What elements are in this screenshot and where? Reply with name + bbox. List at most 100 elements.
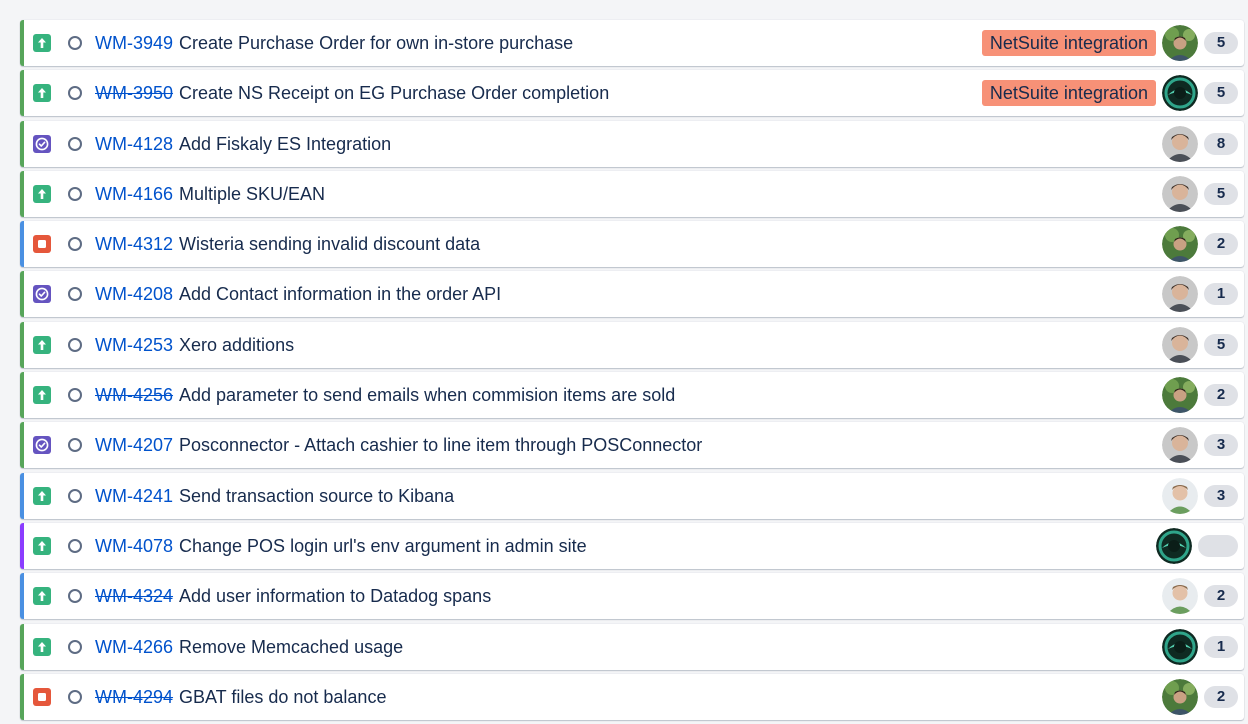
assignee-avatar[interactable]: [1162, 75, 1198, 112]
check-circle-icon: [33, 134, 51, 153]
issue-meta: 5: [1162, 171, 1238, 217]
issue-row[interactable]: WM-4266 Remove Memcached usage 1: [20, 623, 1244, 670]
status-circle-icon: [68, 337, 82, 352]
issue-summary: Wisteria sending invalid discount data: [179, 234, 481, 255]
issue-key-link[interactable]: WM-4324: [95, 586, 173, 606]
arrow-up-icon: [33, 335, 51, 354]
issue-summary: Add Contact information in the order API: [179, 284, 502, 305]
issue-row[interactable]: WM-4241 Send transaction source to Kibana…: [20, 472, 1244, 519]
issue-row[interactable]: WM-4166 Multiple SKU/EAN 5: [20, 170, 1244, 217]
epic-label[interactable]: NetSuite integration: [981, 30, 1156, 56]
story-points-badge: 2: [1204, 384, 1238, 407]
issue-meta: 2: [1162, 221, 1238, 267]
assignee-avatar[interactable]: [1162, 226, 1198, 263]
assignee-avatar[interactable]: [1162, 276, 1198, 313]
issue-row[interactable]: WM-3949 Create Purchase Order for own in-…: [20, 20, 1244, 66]
assignee-avatar[interactable]: [1162, 326, 1198, 363]
status-circle-icon: [68, 589, 82, 604]
story-points-badge: 1: [1204, 635, 1238, 658]
issue-row[interactable]: WM-4324 Add user information to Datadog s…: [20, 573, 1244, 620]
arrow-up-icon: [33, 587, 51, 606]
assignee-avatar[interactable]: [1162, 578, 1198, 615]
issue-summary: Xero additions: [179, 334, 295, 355]
bug-icon: [33, 235, 51, 254]
epic-color-bar: [20, 673, 24, 720]
assignee-avatar[interactable]: [1162, 125, 1198, 162]
assignee-avatar[interactable]: [1162, 678, 1198, 715]
story-points-badge: 1: [1204, 283, 1238, 306]
story-points-badge: [1198, 534, 1238, 557]
issue-key-link[interactable]: WM-4256: [95, 385, 173, 405]
issue-meta: 8: [1162, 121, 1238, 167]
issue-key-link[interactable]: WM-4166: [95, 184, 173, 204]
arrow-up-icon: [33, 486, 51, 505]
status-circle-icon: [68, 86, 82, 101]
issue-key-link[interactable]: WM-4128: [95, 134, 173, 154]
issue-meta: 2: [1162, 372, 1238, 418]
status-circle-icon: [68, 136, 82, 151]
issue-row[interactable]: WM-4207 Posconnector - Attach cashier to …: [20, 422, 1244, 469]
issue-meta: 1: [1162, 624, 1238, 670]
story-points-badge: 5: [1204, 333, 1238, 356]
issue-key-link[interactable]: WM-4266: [95, 637, 173, 657]
bug-icon: [33, 687, 51, 706]
arrow-up-icon: [33, 34, 51, 52]
assignee-avatar[interactable]: [1162, 628, 1198, 665]
story-points-badge: 8: [1204, 132, 1238, 155]
epic-color-bar: [20, 20, 24, 66]
status-circle-icon: [68, 237, 82, 252]
assignee-avatar[interactable]: [1162, 427, 1198, 464]
epic-color-bar: [20, 321, 24, 368]
arrow-up-icon: [33, 637, 51, 656]
issue-row[interactable]: WM-4256 Add parameter to send emails when…: [20, 372, 1244, 419]
issue-summary: Create Purchase Order for own in-store p…: [179, 33, 574, 53]
epic-label[interactable]: NetSuite integration: [981, 80, 1156, 107]
issue-meta: NetSuite integration 5: [981, 70, 1238, 116]
story-points-badge: 5: [1204, 32, 1238, 54]
issue-summary: Add user information to Datadog spans: [179, 586, 492, 607]
issue-key-link[interactable]: WM-4078: [95, 536, 173, 556]
assignee-avatar[interactable]: [1162, 377, 1198, 414]
issue-summary: Posconnector - Attach cashier to line it…: [179, 435, 703, 456]
story-points-badge: 3: [1204, 434, 1238, 457]
issue-key-link[interactable]: WM-4253: [95, 335, 173, 355]
issue-key-link[interactable]: WM-4294: [95, 687, 173, 707]
issue-row[interactable]: WM-3950 Create NS Receipt on EG Purchase …: [20, 70, 1244, 117]
issue-key-link[interactable]: WM-3949: [95, 33, 173, 53]
issue-key-link[interactable]: WM-4208: [95, 284, 173, 304]
check-circle-icon: [33, 436, 51, 455]
story-points-badge: 2: [1204, 233, 1238, 256]
issue-summary: Change POS login url's env argument in a…: [179, 535, 587, 556]
epic-color-bar: [20, 623, 24, 670]
issue-meta: NetSuite integration 5: [981, 20, 1238, 66]
issue-row[interactable]: WM-4078 Change POS login url's env argume…: [20, 522, 1244, 569]
status-circle-icon: [68, 538, 82, 553]
issue-row[interactable]: WM-4312 Wisteria sending invalid discount…: [20, 221, 1244, 268]
issue-key-link[interactable]: WM-3950: [95, 83, 173, 103]
story-points-badge: 2: [1204, 685, 1238, 708]
story-points-badge: 5: [1204, 182, 1238, 205]
assignee-avatar[interactable]: [1162, 175, 1198, 212]
issue-key-link[interactable]: WM-4207: [95, 435, 173, 455]
epic-color-bar: [20, 422, 24, 469]
status-circle-icon: [68, 639, 82, 654]
epic-color-bar: [20, 221, 24, 268]
assignee-avatar[interactable]: [1162, 25, 1198, 61]
issue-row[interactable]: WM-4128 Add Fiskaly ES Integration 8: [20, 120, 1244, 167]
arrow-up-icon: [33, 536, 51, 555]
issue-row[interactable]: WM-4208 Add Contact information in the or…: [20, 271, 1244, 318]
issue-row[interactable]: WM-4294 GBAT files do not balance 2: [20, 673, 1244, 720]
issue-meta: 2: [1162, 674, 1238, 720]
issue-row[interactable]: WM-4253 Xero additions 5: [20, 321, 1244, 368]
assignee-avatar[interactable]: [1162, 477, 1198, 514]
issue-key-link[interactable]: WM-4312: [95, 234, 173, 254]
issue-summary: Add parameter to send emails when commis…: [179, 385, 676, 406]
epic-color-bar: [20, 573, 24, 620]
arrow-up-icon: [33, 386, 51, 405]
issue-meta: [1156, 523, 1238, 569]
issue-meta: 1: [1162, 271, 1238, 317]
epic-color-bar: [20, 372, 24, 419]
assignee-avatar[interactable]: [1156, 527, 1192, 564]
issue-key-link[interactable]: WM-4241: [95, 486, 173, 506]
epic-color-bar: [20, 271, 24, 318]
